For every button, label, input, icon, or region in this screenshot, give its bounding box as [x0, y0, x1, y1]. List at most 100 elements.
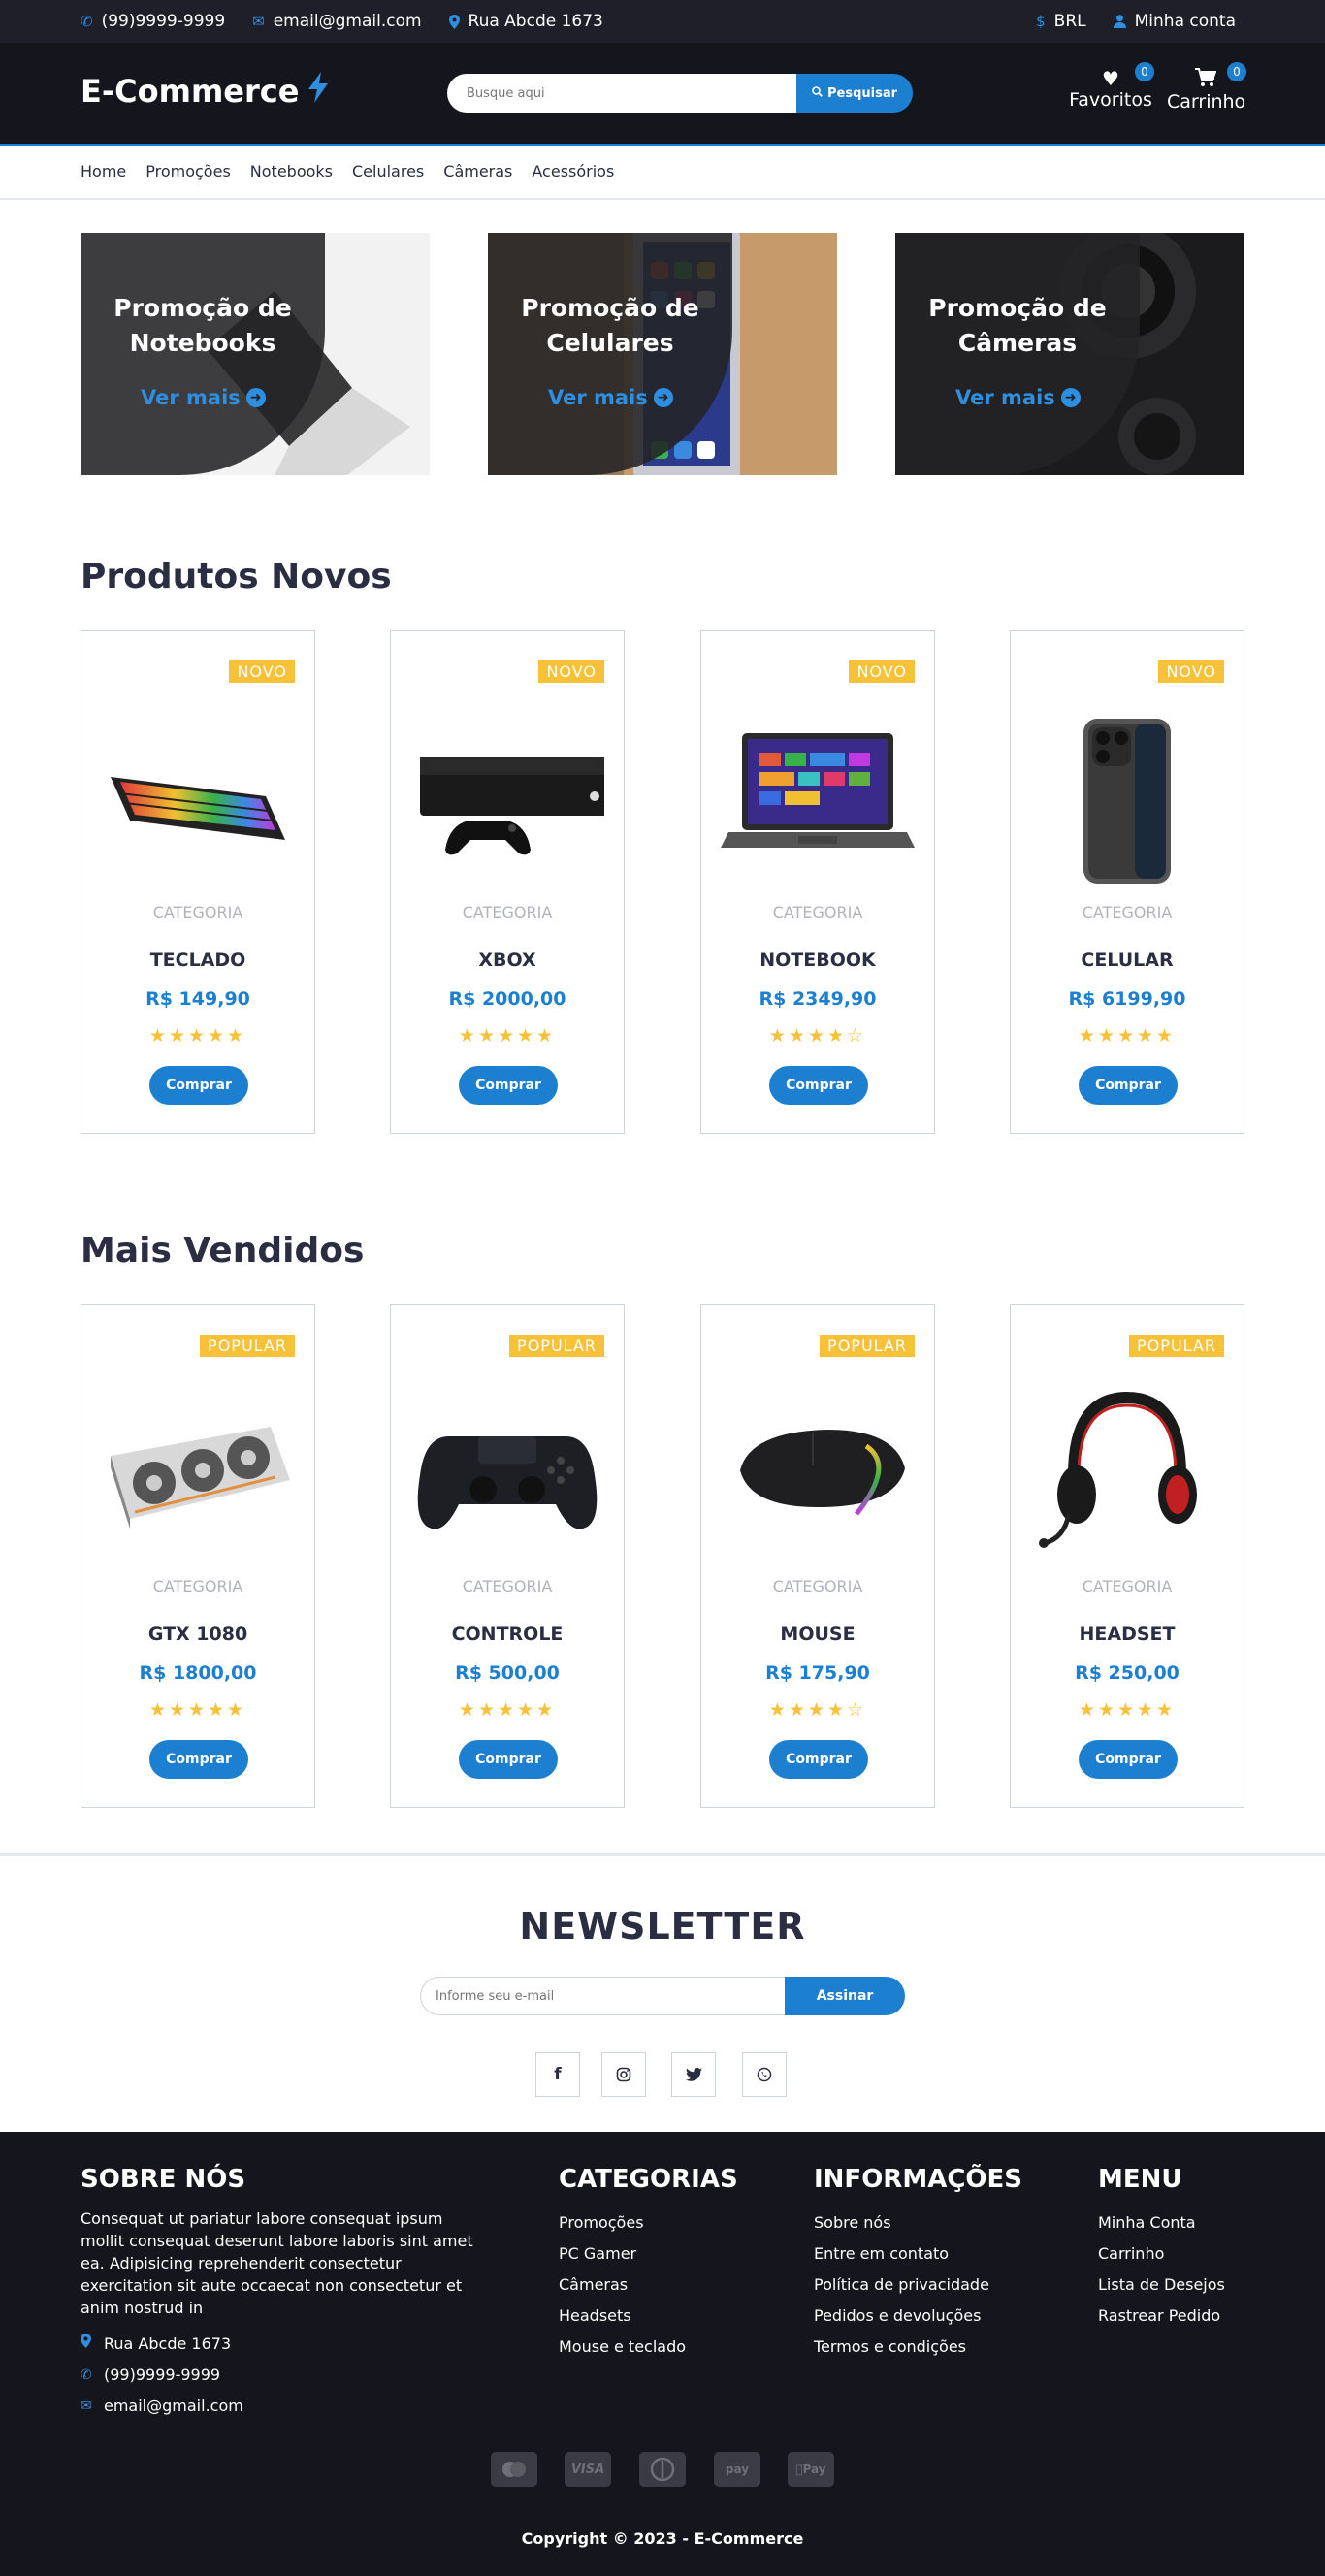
favorites-label: Favoritos	[1069, 89, 1152, 111]
footer-info-link[interactable]: Sobre nós	[814, 2207, 1022, 2238]
facebook-icon[interactable]: f	[535, 2052, 580, 2097]
lightning-bolt-icon	[307, 72, 330, 111]
twitter-icon[interactable]	[671, 2052, 716, 2097]
product-name: HEADSET	[1079, 1624, 1176, 1645]
footer-about-title: SOBRE NÓS	[81, 2165, 246, 2194]
topbar-address[interactable]: Rua Abcde 1673	[448, 12, 603, 31]
product-rating: ★★★★☆	[768, 1699, 867, 1721]
footer-address[interactable]: Rua Abcde 1673	[81, 2329, 488, 2360]
footer-menu-link[interactable]: Carrinho	[1098, 2238, 1225, 2270]
new-badge: NOVO	[229, 660, 295, 683]
new-badge: NOVO	[1158, 660, 1224, 683]
buy-button[interactable]: Comprar	[769, 1740, 868, 1779]
nav-item-notebooks[interactable]: Notebooks	[250, 162, 333, 180]
product-card[interactable]: NOVO CATEGORIA XBOX R$ 2000,00 ★★★★★ Com…	[390, 630, 625, 1134]
promo-notebooks[interactable]: Promoção de Notebooks Ver mais ➜	[81, 233, 430, 475]
footer-menu-link[interactable]: Rastrear Pedido	[1098, 2301, 1225, 2332]
footer-category-link[interactable]: Promoções	[559, 2207, 738, 2238]
topbar-phone[interactable]: ✆ (99)9999-9999	[81, 12, 225, 31]
newsletter-form: Assinar	[420, 1977, 905, 2015]
promo-more-link[interactable]: Ver mais ➜	[141, 386, 266, 409]
footer-about-text: Consequat ut pariatur labore consequat i…	[81, 2209, 473, 2317]
popular-badge: POPULAR	[1129, 1335, 1224, 1357]
nav-item-promocoes[interactable]: Promoções	[145, 162, 231, 180]
footer-info-link[interactable]: Política de privacidade	[814, 2270, 1022, 2301]
currency-selector[interactable]: $ BRL	[1036, 12, 1086, 31]
buy-button[interactable]: Comprar	[149, 1066, 248, 1105]
nav-item-acessorios[interactable]: Acessórios	[532, 162, 614, 180]
product-name: TECLADO	[149, 950, 246, 971]
nav-item-celulares[interactable]: Celulares	[352, 162, 424, 180]
nav-item-cameras[interactable]: Câmeras	[443, 162, 512, 180]
promo-more-link[interactable]: Ver mais ➜	[955, 386, 1081, 409]
promo-title-line1: Promoção de	[521, 294, 699, 322]
topbar-email-text: email@gmail.com	[273, 12, 422, 31]
footer-category-link[interactable]: Câmeras	[559, 2270, 738, 2301]
buy-button[interactable]: Comprar	[1079, 1066, 1178, 1105]
search-button[interactable]: Pesquisar	[796, 74, 913, 113]
footer-info-link[interactable]: Termos e condições	[814, 2332, 1022, 2363]
product-price: R$ 1800,00	[139, 1662, 257, 1684]
product-card[interactable]: POPULAR CATEGORIA HEADSET R$ 250,00 ★★★★…	[1010, 1304, 1244, 1808]
nav-item-home[interactable]: Home	[81, 162, 126, 180]
mouse-image	[721, 1398, 915, 1553]
product-card[interactable]: POPULAR CATEGORIA MOUSE R$ 175,90 ★★★★☆ …	[700, 1304, 935, 1808]
promo-more-label: Ver mais	[141, 386, 241, 409]
product-card[interactable]: NOVO CATEGORIA TECLADO R$ 149,90 ★★★★★ C…	[81, 630, 315, 1134]
footer-info-link[interactable]: Entre em contato	[814, 2238, 1022, 2270]
footer-email[interactable]: ✉ email@gmail.com	[81, 2391, 488, 2422]
footer-menu: MENU Minha Conta Carrinho Lista de Desej…	[1098, 2165, 1225, 2332]
cart-button[interactable]: Carrinho 0	[1167, 62, 1246, 113]
footer-phone[interactable]: ✆ (99)9999-9999	[81, 2360, 488, 2391]
product-name: GTX 1080	[147, 1624, 248, 1645]
footer-categories-title: CATEGORIAS	[559, 2165, 738, 2194]
footer-category-link[interactable]: Headsets	[559, 2301, 738, 2332]
product-category: CATEGORIA	[772, 1577, 863, 1595]
buy-button[interactable]: Comprar	[459, 1740, 558, 1779]
footer-menu-link[interactable]: Minha Conta	[1098, 2207, 1225, 2238]
product-name: XBOX	[478, 950, 536, 971]
buy-button[interactable]: Comprar	[459, 1066, 558, 1105]
instagram-icon[interactable]	[601, 2052, 646, 2097]
footer-menu-link[interactable]: Lista de Desejos	[1098, 2270, 1225, 2301]
topbar-email[interactable]: ✉ email@gmail.com	[252, 12, 421, 31]
search-input[interactable]	[447, 74, 796, 113]
footer: SOBRE NÓS Consequat ut pariatur labore c…	[0, 2132, 1325, 2576]
product-card[interactable]: NOVO CATEGORIA CELULAR R$ 6199,90 ★★★★★ …	[1010, 630, 1244, 1134]
promo-more-link[interactable]: Ver mais ➜	[548, 386, 673, 409]
footer-email-text: email@gmail.com	[104, 2397, 243, 2415]
favorites-button[interactable]: ♥ Favoritos 0	[1069, 62, 1154, 111]
main-header: E-Commerce Pesquisar ♥ Favoritos 0 Carri…	[0, 43, 1325, 144]
footer-menu-title: MENU	[1098, 2165, 1182, 2194]
footer-categories: CATEGORIAS Promoções PC Gamer Câmeras He…	[559, 2165, 738, 2363]
cart-label: Carrinho	[1167, 91, 1246, 113]
topbar-address-text: Rua Abcde 1673	[468, 12, 603, 31]
product-category: CATEGORIA	[462, 903, 553, 921]
product-card[interactable]: POPULAR CATEGORIA GTX 1080 R$ 1800,00 ★★…	[81, 1304, 315, 1808]
product-card[interactable]: NOVO CATEGORIA NOTEBOOK R$ 2349,90 ★★★★☆…	[700, 630, 935, 1134]
buy-button[interactable]: Comprar	[149, 1740, 248, 1779]
promo-title: Promoção de Notebooks	[81, 291, 325, 361]
promo-celulares[interactable]: Promoção de Celulares Ver mais ➜	[488, 233, 837, 475]
promo-title-line2: Notebooks	[129, 329, 276, 357]
popular-badge: POPULAR	[509, 1335, 604, 1357]
footer-category-link[interactable]: Mouse e teclado	[559, 2332, 738, 2363]
currency-text: BRL	[1053, 12, 1086, 31]
footer-category-link[interactable]: PC Gamer	[559, 2238, 738, 2270]
logo[interactable]: E-Commerce	[81, 72, 330, 111]
newsletter-email-input[interactable]	[420, 1977, 785, 2015]
buy-button[interactable]: Comprar	[1079, 1740, 1178, 1779]
product-rating: ★★★★★	[148, 1699, 247, 1721]
promo-cameras[interactable]: Promoção de Câmeras Ver mais ➜	[895, 233, 1244, 475]
footer-info: INFORMAÇÕES Sobre nós Entre em contato P…	[814, 2165, 1022, 2363]
account-link[interactable]: Minha conta	[1113, 12, 1236, 31]
subscribe-button[interactable]: Assinar	[785, 1977, 905, 2015]
product-rating: ★★★★★	[458, 1699, 557, 1721]
whatsapp-icon[interactable]	[742, 2052, 787, 2097]
buy-button[interactable]: Comprar	[769, 1066, 868, 1105]
footer-info-link[interactable]: Pedidos e devoluções	[814, 2301, 1022, 2332]
product-card[interactable]: POPULAR CATEGORIA CONTROLE R$ 500,00 ★★★…	[390, 1304, 625, 1808]
product-category: CATEGORIA	[152, 903, 243, 921]
product-category: CATEGORIA	[1082, 903, 1173, 921]
popular-badge: POPULAR	[820, 1335, 915, 1357]
